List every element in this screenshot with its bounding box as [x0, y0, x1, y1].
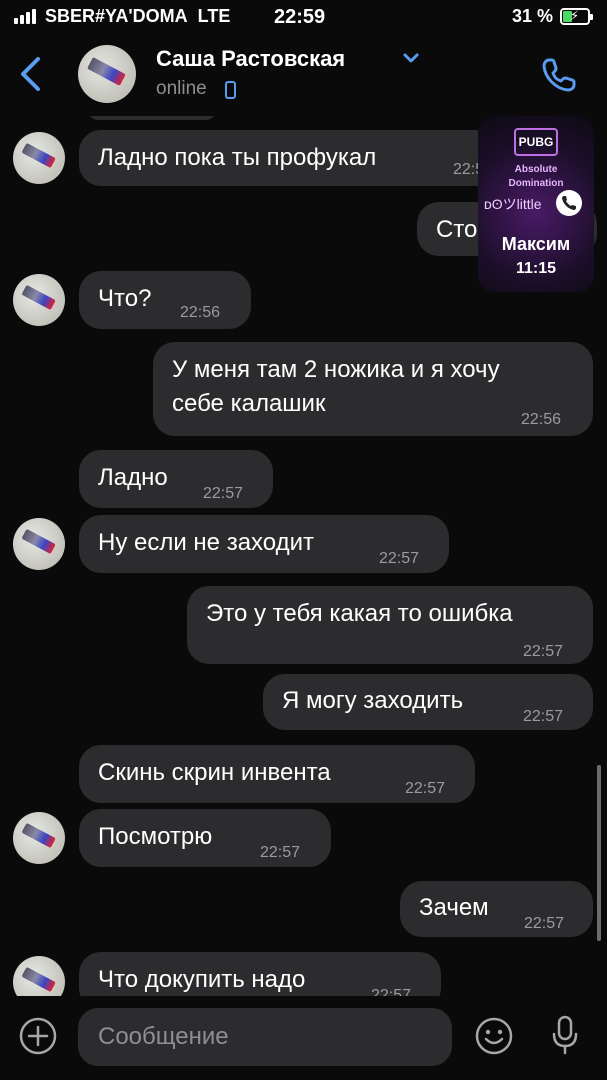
message-input[interactable]	[98, 1008, 428, 1066]
card-text-line3: ᴅʘツlittle	[484, 196, 542, 212]
scrollbar[interactable]	[597, 765, 601, 941]
caller-name: Максим	[501, 234, 571, 254]
message-time: 22:57	[371, 987, 412, 996]
message-time: 22:57	[405, 780, 446, 797]
sender-avatar[interactable]	[13, 132, 65, 184]
sender-avatar[interactable]	[13, 956, 65, 996]
chevron-down-icon[interactable]	[402, 52, 420, 66]
battery-percentage: 31 %	[512, 6, 554, 26]
signal-strength-icon	[14, 8, 36, 24]
message-incoming[interactable]: Скинь скрин инвента 22:57	[79, 745, 475, 803]
presence-status: online	[156, 78, 207, 99]
phone-icon[interactable]	[556, 190, 582, 216]
message-text-line2: себе калашик	[172, 390, 326, 417]
message-text: Сто	[436, 216, 478, 243]
mobile-phone-icon	[225, 81, 236, 99]
message-outgoing[interactable]: Зачем 22:57	[400, 881, 593, 937]
message-text: Ладно пока ты профукал	[98, 144, 377, 171]
message-field[interactable]	[78, 1008, 452, 1066]
carrier-name: SBER#YA'DOMA LTE	[45, 6, 231, 26]
message-text: У меня там 2 ножика и я хочу	[172, 356, 500, 383]
message-text: Что докупить надо	[98, 966, 306, 993]
network-type: LTE	[197, 6, 231, 26]
message-time: 22:57	[523, 708, 564, 725]
message-text: Ну если не заходит	[98, 529, 314, 556]
contact-avatar[interactable]	[78, 45, 136, 103]
message-incoming[interactable]: Ну если не заходит 22:57	[79, 515, 449, 573]
message-time: 22:57	[379, 550, 420, 567]
message-text: Что?	[98, 285, 152, 312]
message-text: Зачем	[419, 894, 489, 921]
message-time: 22:56	[521, 411, 562, 428]
sender-avatar[interactable]	[13, 812, 65, 864]
message-time: 22:56	[180, 304, 221, 321]
message-text: Скинь скрин инвента	[98, 759, 331, 786]
back-chevron-icon[interactable]	[18, 56, 44, 92]
composer-bar	[0, 996, 607, 1080]
smile-icon[interactable]	[474, 1016, 514, 1056]
microphone-icon[interactable]	[550, 1014, 580, 1056]
message-text: Ладно	[98, 464, 168, 491]
message-outgoing[interactable]: Я могу заходить 22:57	[263, 674, 593, 730]
sender-avatar[interactable]	[13, 274, 65, 326]
message-time: 22:57	[260, 844, 301, 861]
message-incoming[interactable]: Ладно пока ты профукал 22:56	[79, 130, 519, 186]
pubg-logo: PUBG	[514, 128, 558, 156]
plus-icon[interactable]	[18, 1016, 58, 1056]
card-text-line2: Domination	[508, 178, 564, 189]
status-bar: SBER#YA'DOMA LTE 22:59 31 % ⚡	[0, 0, 607, 34]
call-icon[interactable]	[540, 56, 578, 94]
message-incoming[interactable]: Что докупить надо 22:57	[79, 952, 441, 996]
message-text: Это у тебя какая то ошибка	[206, 600, 513, 627]
sender-avatar[interactable]	[13, 518, 65, 570]
message-time: 22:57	[524, 915, 565, 932]
message-incoming[interactable]: Что? 22:56	[79, 271, 251, 329]
message-time: 22:57	[523, 643, 564, 660]
chat-header: Саша Растовская online	[0, 34, 607, 116]
contact-name[interactable]: Саша Растовская	[156, 46, 345, 72]
message-outgoing[interactable]: Это у тебя какая то ошибка 22:57	[187, 586, 593, 664]
message-incoming[interactable]: Посмотрю 22:57	[79, 809, 331, 867]
call-time: 11:15	[515, 260, 557, 277]
card-text-line1: Absolute	[514, 164, 558, 175]
status-time: 22:59	[274, 6, 326, 28]
message-outgoing[interactable]: У меня там 2 ножика и я хочу себе калаши…	[153, 342, 593, 436]
message-text: Посмотрю	[98, 823, 213, 850]
message-bubble-partial	[88, 116, 216, 120]
message-time: 22:57	[203, 485, 244, 502]
call-preview-card[interactable]: PUBG Absolute Domination ᴅʘツlittle Макси…	[478, 116, 594, 292]
battery-icon: ⚡	[560, 8, 593, 25]
message-text: Я могу заходить	[282, 687, 464, 714]
message-incoming[interactable]: Ладно 22:57	[79, 450, 273, 508]
